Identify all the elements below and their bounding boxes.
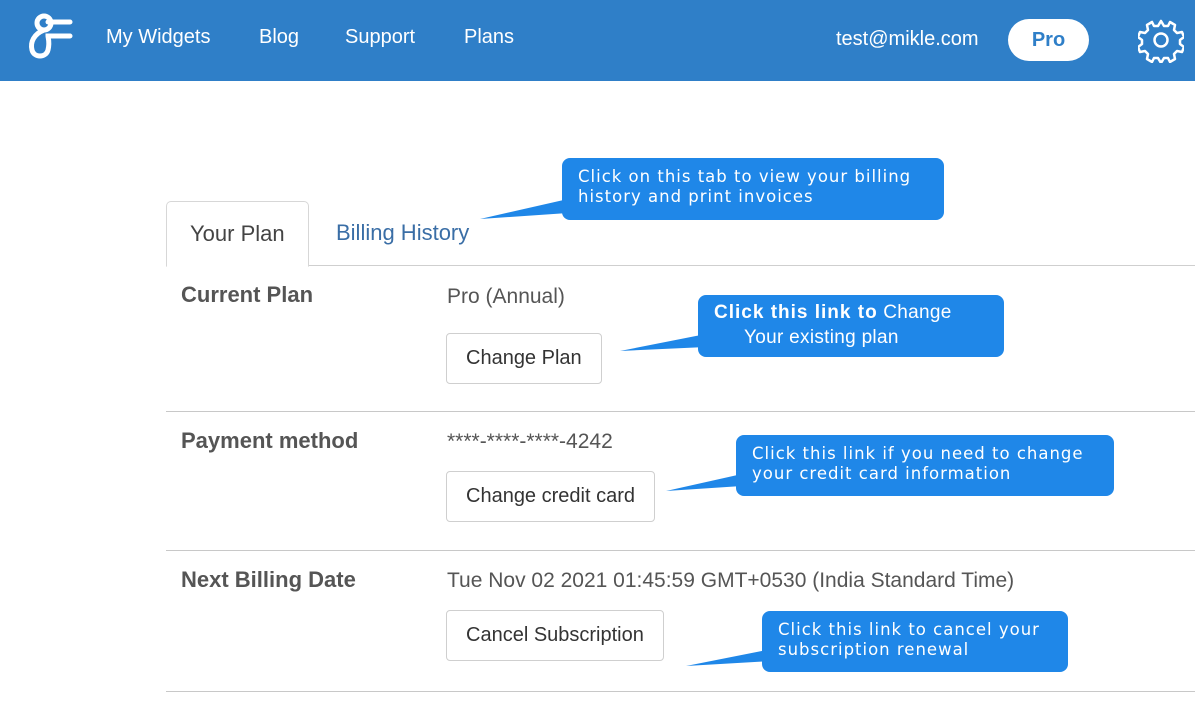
tab-your-plan[interactable]: Your Plan: [166, 201, 309, 267]
change-plan-button[interactable]: Change Plan: [446, 333, 602, 384]
callout-text: subscription renewal: [778, 640, 970, 659]
gear-icon[interactable]: [1138, 17, 1184, 63]
user-email[interactable]: test@mikle.com: [836, 28, 979, 51]
card-number-masked: ****-****-****-4242: [447, 430, 613, 453]
nav-link-my-widgets[interactable]: My Widgets: [106, 26, 210, 49]
callout-text: Click on this tab to view your billing: [578, 167, 912, 186]
plan-badge[interactable]: Pro: [1008, 19, 1089, 61]
callout-cancel-subscription: Click this link to cancel your subscript…: [762, 611, 1068, 672]
callout-text: history and print invoices: [578, 187, 814, 206]
current-plan-value: Pro (Annual): [447, 285, 565, 308]
callout-text: Your existing plan: [744, 327, 899, 348]
next-billing-date-value: Tue Nov 02 2021 01:45:59 GMT+0530 (India…: [447, 569, 1015, 592]
callout-text: Click this link to cancel your: [778, 620, 1040, 639]
callout-text: Click this link if you need to change: [752, 444, 1084, 463]
callout-change-card: Click this link if you need to change yo…: [736, 435, 1114, 496]
callout-tail: [666, 474, 742, 491]
callout-tail: [480, 199, 568, 219]
callout-tail: [620, 334, 706, 351]
callout-text: Change: [877, 302, 952, 323]
callout-change-plan: Click this link to Change Your existing …: [698, 295, 1004, 357]
nav-link-support[interactable]: Support: [345, 26, 415, 49]
next-billing-date-label: Next Billing Date: [181, 567, 356, 592]
callout-text: your credit card information: [752, 464, 1012, 483]
nav-link-blog[interactable]: Blog: [259, 26, 299, 49]
change-credit-card-button[interactable]: Change credit card: [446, 471, 655, 522]
callout-text-bold: Click this link to: [714, 302, 878, 323]
tab-billing-history[interactable]: Billing History: [313, 201, 492, 266]
brand-logo-icon[interactable]: [26, 12, 74, 62]
payment-method-label: Payment method: [181, 428, 359, 453]
top-navbar: My Widgets Blog Support Plans test@mikle…: [0, 0, 1195, 81]
current-plan-label: Current Plan: [181, 282, 314, 307]
callout-billing-history: Click on this tab to view your billing h…: [562, 158, 944, 220]
nav-link-plans[interactable]: Plans: [464, 26, 514, 49]
cancel-subscription-button[interactable]: Cancel Subscription: [446, 610, 664, 661]
